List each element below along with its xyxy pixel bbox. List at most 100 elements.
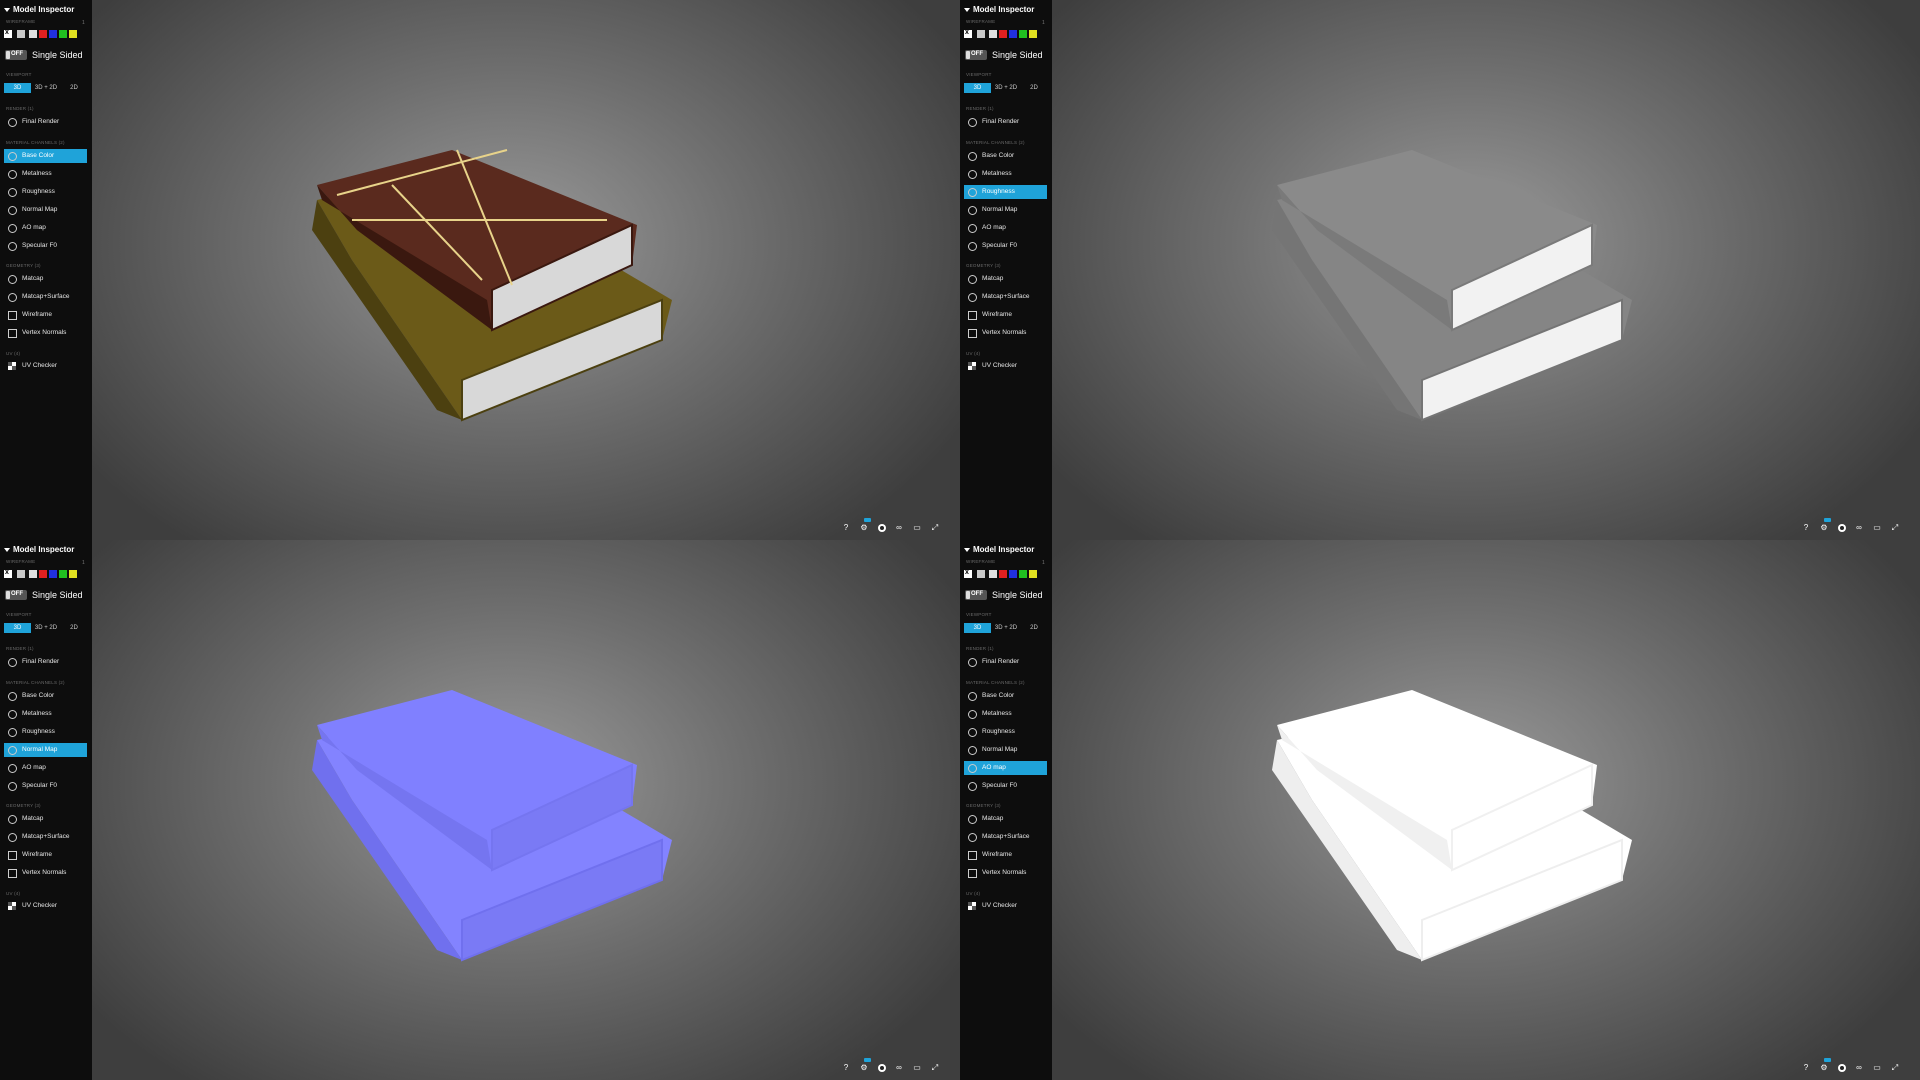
swatch-yellow[interactable]	[69, 570, 77, 578]
channel-item[interactable]: Roughness	[4, 185, 87, 199]
swatch-light-gray[interactable]	[989, 570, 997, 578]
swatch-yellow[interactable]	[1029, 30, 1037, 38]
fullscreen-icon[interactable]: ⤢	[1889, 522, 1901, 534]
channel-item[interactable]: UV Checker	[964, 899, 1047, 913]
viewport-3d-2d-button[interactable]: 3D + 2D	[31, 83, 61, 93]
viewport-2d-button[interactable]: 2D	[1021, 83, 1047, 93]
inspector-header[interactable]: Model Inspector	[964, 5, 1034, 14]
channel-item[interactable]: Specular F0	[964, 239, 1047, 253]
vr-icon[interactable]: ∞	[1853, 522, 1865, 534]
inspector-header[interactable]: Model Inspector	[4, 5, 74, 14]
channel-item[interactable]: UV Checker	[4, 359, 87, 373]
channel-item[interactable]: AO map	[4, 221, 87, 235]
collapse-caret-icon[interactable]	[964, 7, 970, 12]
channel-item[interactable]: Vertex Normals	[4, 866, 87, 880]
swatch-blue[interactable]	[49, 570, 57, 578]
swatch-light-gray[interactable]	[989, 30, 997, 38]
settings-icon[interactable]: ⚙	[1818, 518, 1831, 534]
single-sided-toggle[interactable]: OFF	[5, 50, 27, 60]
channel-item[interactable]: Specular F0	[4, 779, 87, 793]
vr-icon[interactable]: ∞	[893, 522, 905, 534]
swatch-none-icon[interactable]: x	[964, 569, 972, 578]
swatch-black[interactable]	[17, 570, 25, 578]
swatch-red[interactable]	[39, 570, 47, 578]
3d-viewport[interactable]: ? ⚙ ∞ ▭ ⤢	[92, 0, 960, 540]
channel-item[interactable]: Matcap	[4, 272, 87, 286]
viewport-3d-2d-button[interactable]: 3D + 2D	[991, 623, 1021, 633]
help-icon[interactable]: ?	[1800, 522, 1812, 534]
channel-item[interactable]: Specular F0	[964, 779, 1047, 793]
channel-item[interactable]: Roughness	[4, 725, 87, 739]
viewport-3d-2d-button[interactable]: 3D + 2D	[991, 83, 1021, 93]
channel-item[interactable]: AO map	[964, 761, 1047, 775]
swatch-yellow[interactable]	[1029, 570, 1037, 578]
inspector-header[interactable]: Model Inspector	[964, 545, 1034, 554]
channel-item[interactable]: Vertex Normals	[964, 866, 1047, 880]
3d-viewport[interactable]: ? ⚙ ∞ ▭ ⤢	[1052, 540, 1920, 1080]
viewport-3d-button[interactable]: 3D	[4, 83, 31, 93]
vr-icon[interactable]: ∞	[1853, 1062, 1865, 1074]
channel-item[interactable]: Matcap+Surface	[964, 830, 1047, 844]
swatch-green[interactable]	[1019, 30, 1027, 38]
swatch-blue[interactable]	[49, 30, 57, 38]
swatch-black[interactable]	[977, 30, 985, 38]
channel-item[interactable]: Final Render	[964, 115, 1047, 129]
swatch-red[interactable]	[39, 30, 47, 38]
channel-item[interactable]: Base Color	[964, 689, 1047, 703]
swatch-green[interactable]	[59, 570, 67, 578]
channel-item[interactable]: Final Render	[4, 655, 87, 669]
help-icon[interactable]: ?	[840, 522, 852, 534]
channel-item[interactable]: Base Color	[964, 149, 1047, 163]
hd-icon[interactable]: ▭	[1871, 1062, 1883, 1074]
material-icon[interactable]	[878, 524, 886, 532]
settings-icon[interactable]: ⚙	[858, 1058, 871, 1074]
channel-item[interactable]: Matcap	[4, 812, 87, 826]
help-icon[interactable]: ?	[1800, 1062, 1812, 1074]
channel-item[interactable]: Base Color	[4, 149, 87, 163]
channel-item[interactable]: Roughness	[964, 725, 1047, 739]
channel-item[interactable]: Normal Map	[4, 743, 87, 757]
channel-item[interactable]: Normal Map	[4, 203, 87, 217]
channel-item[interactable]: Wireframe	[964, 848, 1047, 862]
channel-item[interactable]: Final Render	[964, 655, 1047, 669]
swatch-blue[interactable]	[1009, 570, 1017, 578]
channel-item[interactable]: Final Render	[4, 115, 87, 129]
material-icon[interactable]	[1838, 1064, 1846, 1072]
viewport-2d-button[interactable]: 2D	[61, 83, 87, 93]
viewport-3d-button[interactable]: 3D	[964, 623, 991, 633]
single-sided-toggle[interactable]: OFF	[965, 50, 987, 60]
swatch-black[interactable]	[977, 570, 985, 578]
channel-item[interactable]: UV Checker	[4, 899, 87, 913]
swatch-red[interactable]	[999, 30, 1007, 38]
fullscreen-icon[interactable]: ⤢	[1889, 1062, 1901, 1074]
swatch-none-icon[interactable]: x	[4, 569, 12, 578]
channel-item[interactable]: Roughness	[964, 185, 1047, 199]
3d-viewport[interactable]: ? ⚙ ∞ ▭ ⤢	[1052, 0, 1920, 540]
channel-item[interactable]: Metalness	[4, 707, 87, 721]
channel-item[interactable]: Metalness	[964, 167, 1047, 181]
channel-item[interactable]: Specular F0	[4, 239, 87, 253]
swatch-none-icon[interactable]: x	[964, 29, 972, 38]
swatch-blue[interactable]	[1009, 30, 1017, 38]
swatch-green[interactable]	[59, 30, 67, 38]
channel-item[interactable]: Matcap	[964, 272, 1047, 286]
channel-item[interactable]: Wireframe	[4, 848, 87, 862]
settings-icon[interactable]: ⚙	[1818, 1058, 1831, 1074]
viewport-3d-2d-button[interactable]: 3D + 2D	[31, 623, 61, 633]
inspector-header[interactable]: Model Inspector	[4, 545, 74, 554]
channel-item[interactable]: Vertex Normals	[964, 326, 1047, 340]
help-icon[interactable]: ?	[840, 1062, 852, 1074]
channel-item[interactable]: Matcap+Surface	[964, 290, 1047, 304]
swatch-yellow[interactable]	[69, 30, 77, 38]
collapse-caret-icon[interactable]	[964, 547, 970, 552]
channel-item[interactable]: Matcap	[964, 812, 1047, 826]
swatch-red[interactable]	[999, 570, 1007, 578]
swatch-green[interactable]	[1019, 570, 1027, 578]
vr-icon[interactable]: ∞	[893, 1062, 905, 1074]
viewport-3d-button[interactable]: 3D	[4, 623, 31, 633]
hd-icon[interactable]: ▭	[911, 1062, 923, 1074]
channel-item[interactable]: Matcap+Surface	[4, 830, 87, 844]
channel-item[interactable]: Wireframe	[964, 308, 1047, 322]
hd-icon[interactable]: ▭	[911, 522, 923, 534]
channel-item[interactable]: UV Checker	[964, 359, 1047, 373]
